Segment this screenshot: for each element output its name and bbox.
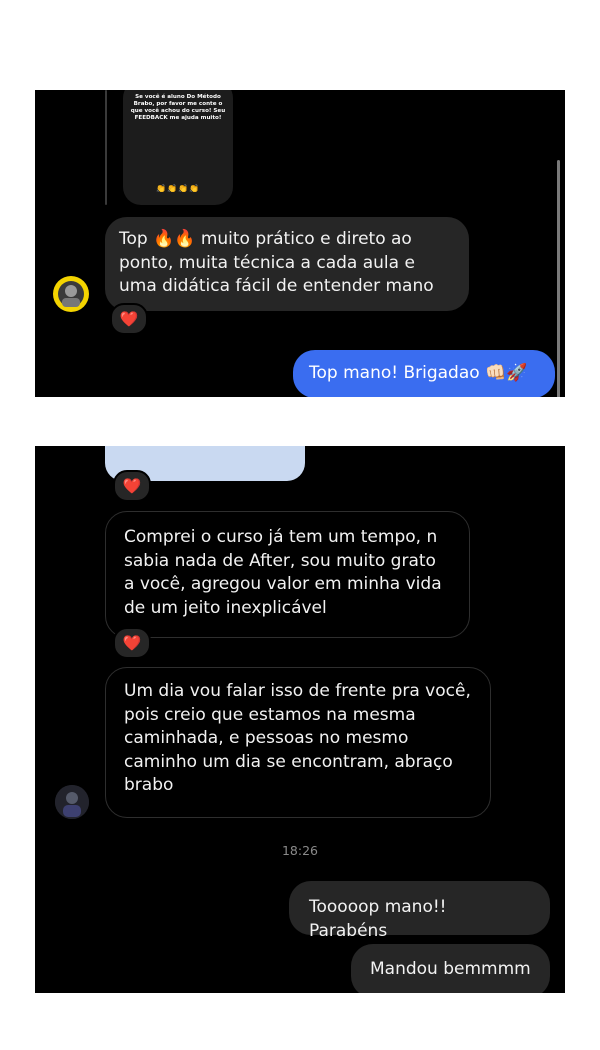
- story-text: Se você é aluno Do Método Brabo, por fav…: [130, 94, 226, 121]
- message-bubble-outgoing[interactable]: Mandou bemmmm: [351, 944, 550, 993]
- heart-reaction[interactable]: ❤️: [113, 627, 151, 659]
- avatar-icon: [55, 785, 89, 819]
- message-bubble-incoming[interactable]: Um dia vou falar isso de frente pra você…: [105, 667, 491, 818]
- story-reply-card[interactable]: Se você é aluno Do Método Brabo, por fav…: [123, 90, 233, 205]
- message-bubble-incoming[interactable]: Comprei o curso já tem um tempo, n sabia…: [105, 511, 470, 638]
- avatar[interactable]: [53, 276, 89, 312]
- timestamp: 18:26: [281, 843, 319, 858]
- chat-screenshot-2: ❤️ Comprei o curso já tem um tempo, n sa…: [35, 446, 565, 993]
- heart-icon: ❤️: [122, 633, 142, 652]
- message-text: Mandou bemmmm: [370, 959, 531, 979]
- heart-reaction[interactable]: ❤️: [113, 470, 151, 502]
- chat-screenshot-1: Se você é aluno Do Método Brabo, por fav…: [35, 90, 565, 397]
- message-bubble-outgoing[interactable]: Top mano! Brigadao 👊🏻🚀: [293, 350, 555, 397]
- heart-icon: ❤️: [119, 309, 139, 328]
- message-text: Top 🔥🔥 muito prático e direto ao ponto, …: [119, 229, 434, 296]
- message-bubble-incoming[interactable]: Top 🔥🔥 muito prático e direto ao ponto, …: [105, 217, 469, 311]
- scrollbar[interactable]: [557, 160, 560, 397]
- avatar[interactable]: [55, 785, 89, 819]
- heart-icon: ❤️: [122, 476, 142, 495]
- heart-reaction[interactable]: ❤️: [110, 303, 148, 335]
- reply-indicator-bar: [105, 90, 107, 205]
- message-text: Top mano! Brigadao 👊🏻🚀: [309, 363, 528, 383]
- message-text: Comprei o curso já tem um tempo, n sabia…: [124, 527, 442, 618]
- avatar-icon: [58, 281, 84, 307]
- story-emojis: 👏👏👏👏: [156, 184, 200, 193]
- message-bubble-outgoing[interactable]: Tooooop mano!! Parabéns: [289, 881, 550, 941]
- message-text: Tooooop mano!! Parabéns: [309, 897, 447, 941]
- message-text: Um dia vou falar isso de frente pra você…: [124, 681, 471, 795]
